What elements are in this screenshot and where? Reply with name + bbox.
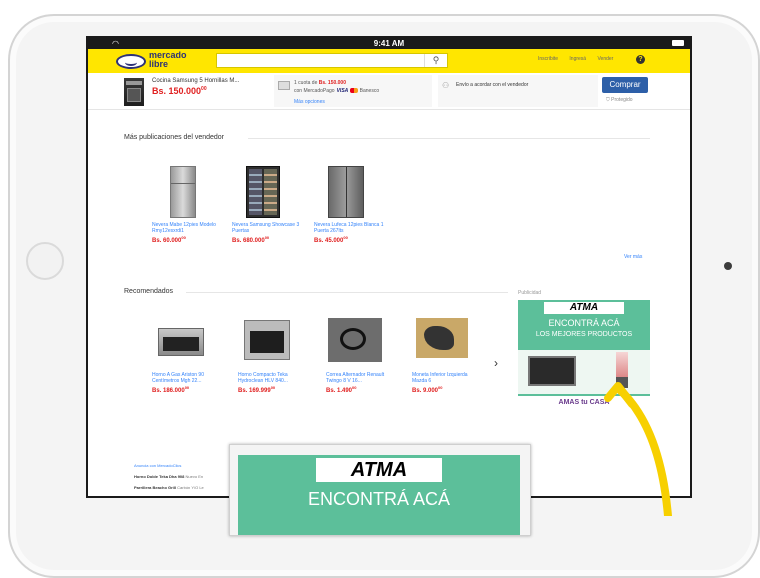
arrow-head-icon [604,382,636,408]
yellow-arrow-annotation [604,382,672,516]
arrow-shaft [616,386,672,516]
